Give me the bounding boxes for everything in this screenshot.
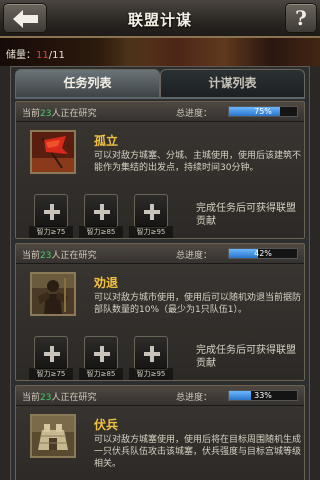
reserve-value: 11 [36,50,49,61]
tab-strategy-list[interactable]: 计谋列表 [160,69,305,97]
warrior-icon [32,274,74,314]
researching-count: 当前23人正在研究 [22,248,96,261]
requirement-slot[interactable] [34,194,68,228]
requirement-label: 智力≥85 [79,368,123,380]
progress-bar: 75% [228,106,298,117]
researching-count: 当前23人正在研究 [22,106,96,119]
reward-text: 完成任务后可获得联盟贡献 [196,345,296,369]
researching-suffix: 人正在研究 [51,251,97,261]
progress-label: 总进度： [176,251,213,261]
tab-task-list[interactable]: 任务列表 [15,69,160,97]
researching-prefix: 当前 [22,393,41,403]
tab-divider [15,97,305,99]
requirement-label: 智力≥95 [129,226,173,238]
reserve-label: 储量： [6,50,36,61]
researching-count: 当前23人正在研究 [22,390,96,403]
help-button[interactable]: ? [285,3,317,33]
requirement-slot[interactable] [134,336,168,370]
requirement-slot[interactable] [134,194,168,228]
progress-label: 总进度： [176,393,213,403]
progress-bar: 33% [228,390,298,401]
progress-percent: 42% [254,249,272,258]
main-panel: 任务列表 计谋列表 当前23人正在研究 总进度： 75% 孤立 可以对敌方城塞、… [10,66,310,480]
task-card[interactable]: 当前23人正在研究 总进度： 42% 劝退 可以对敌方城市使用，使用后可以随机劝… [15,243,305,381]
requirement-label: 智力≥95 [129,368,173,380]
fortress-icon [32,416,74,456]
researching-number: 23 [40,393,52,403]
top-bar: 联盟计谋 ? [0,0,320,38]
strategy-name: 伏兵 [94,418,119,432]
strategy-description: 可以对敌方城塞、分城、主城使用，使用后该建筑不能作为集结的出发点，持续时间30分… [94,151,302,173]
requirement-slot[interactable] [84,194,118,228]
strategy-icon-frame[interactable] [30,130,76,174]
requirement-slot[interactable] [34,336,68,370]
requirement-label: 智力≥75 [29,368,73,380]
strategy-icon-frame[interactable] [30,414,76,458]
progress-percent: 75% [254,107,272,116]
reward-text: 完成任务后可获得联盟贡献 [196,203,296,227]
researching-prefix: 当前 [22,251,41,261]
researching-suffix: 人正在研究 [51,109,97,119]
card-header: 当前23人正在研究 总进度： 75% [16,102,304,122]
requirement-slot[interactable] [84,336,118,370]
researching-suffix: 人正在研究 [51,393,97,403]
task-card[interactable]: 当前23人正在研究 总进度： 75% 孤立 可以对敌方城塞、分城、主城使用，使用… [15,101,305,239]
progress-bar: 42% [228,248,298,259]
researching-number: 23 [40,251,52,261]
reserve-indicator: 储量：11/11 [6,46,65,61]
strategy-name: 劝退 [94,276,119,290]
strategy-icon-frame[interactable] [30,272,76,316]
reserve-max: /11 [48,50,65,61]
strategy-description: 可以对敌方城塞使用，使用后将在目标周围随机生成一只伏兵队伍攻击该城塞，伏兵强度与… [94,435,302,469]
progress-percent: 33% [254,391,272,400]
page-title: 联盟计谋 [127,11,192,29]
red-flag-icon [32,132,74,172]
progress-label: 总进度： [176,109,213,119]
researching-number: 23 [40,109,52,119]
card-header: 当前23人正在研究 总进度： 42% [16,244,304,264]
task-card[interactable]: 当前23人正在研究 总进度： 33% 伏兵 可以对敌方城塞使用，使用后将在目标周… [15,385,305,480]
strategy-name: 孤立 [94,134,119,148]
researching-prefix: 当前 [22,109,41,119]
banner: 储量：11/11 [0,38,320,66]
tab-bar: 任务列表 计谋列表 [15,69,305,97]
strategy-description: 可以对敌方城市使用，使用后可以随机劝退当前据防部队数量的10%（最少为1只队伍1… [94,293,302,315]
requirement-label: 智力≥85 [79,226,123,238]
requirement-label: 智力≥75 [29,226,73,238]
card-header: 当前23人正在研究 总进度： 33% [16,386,304,406]
